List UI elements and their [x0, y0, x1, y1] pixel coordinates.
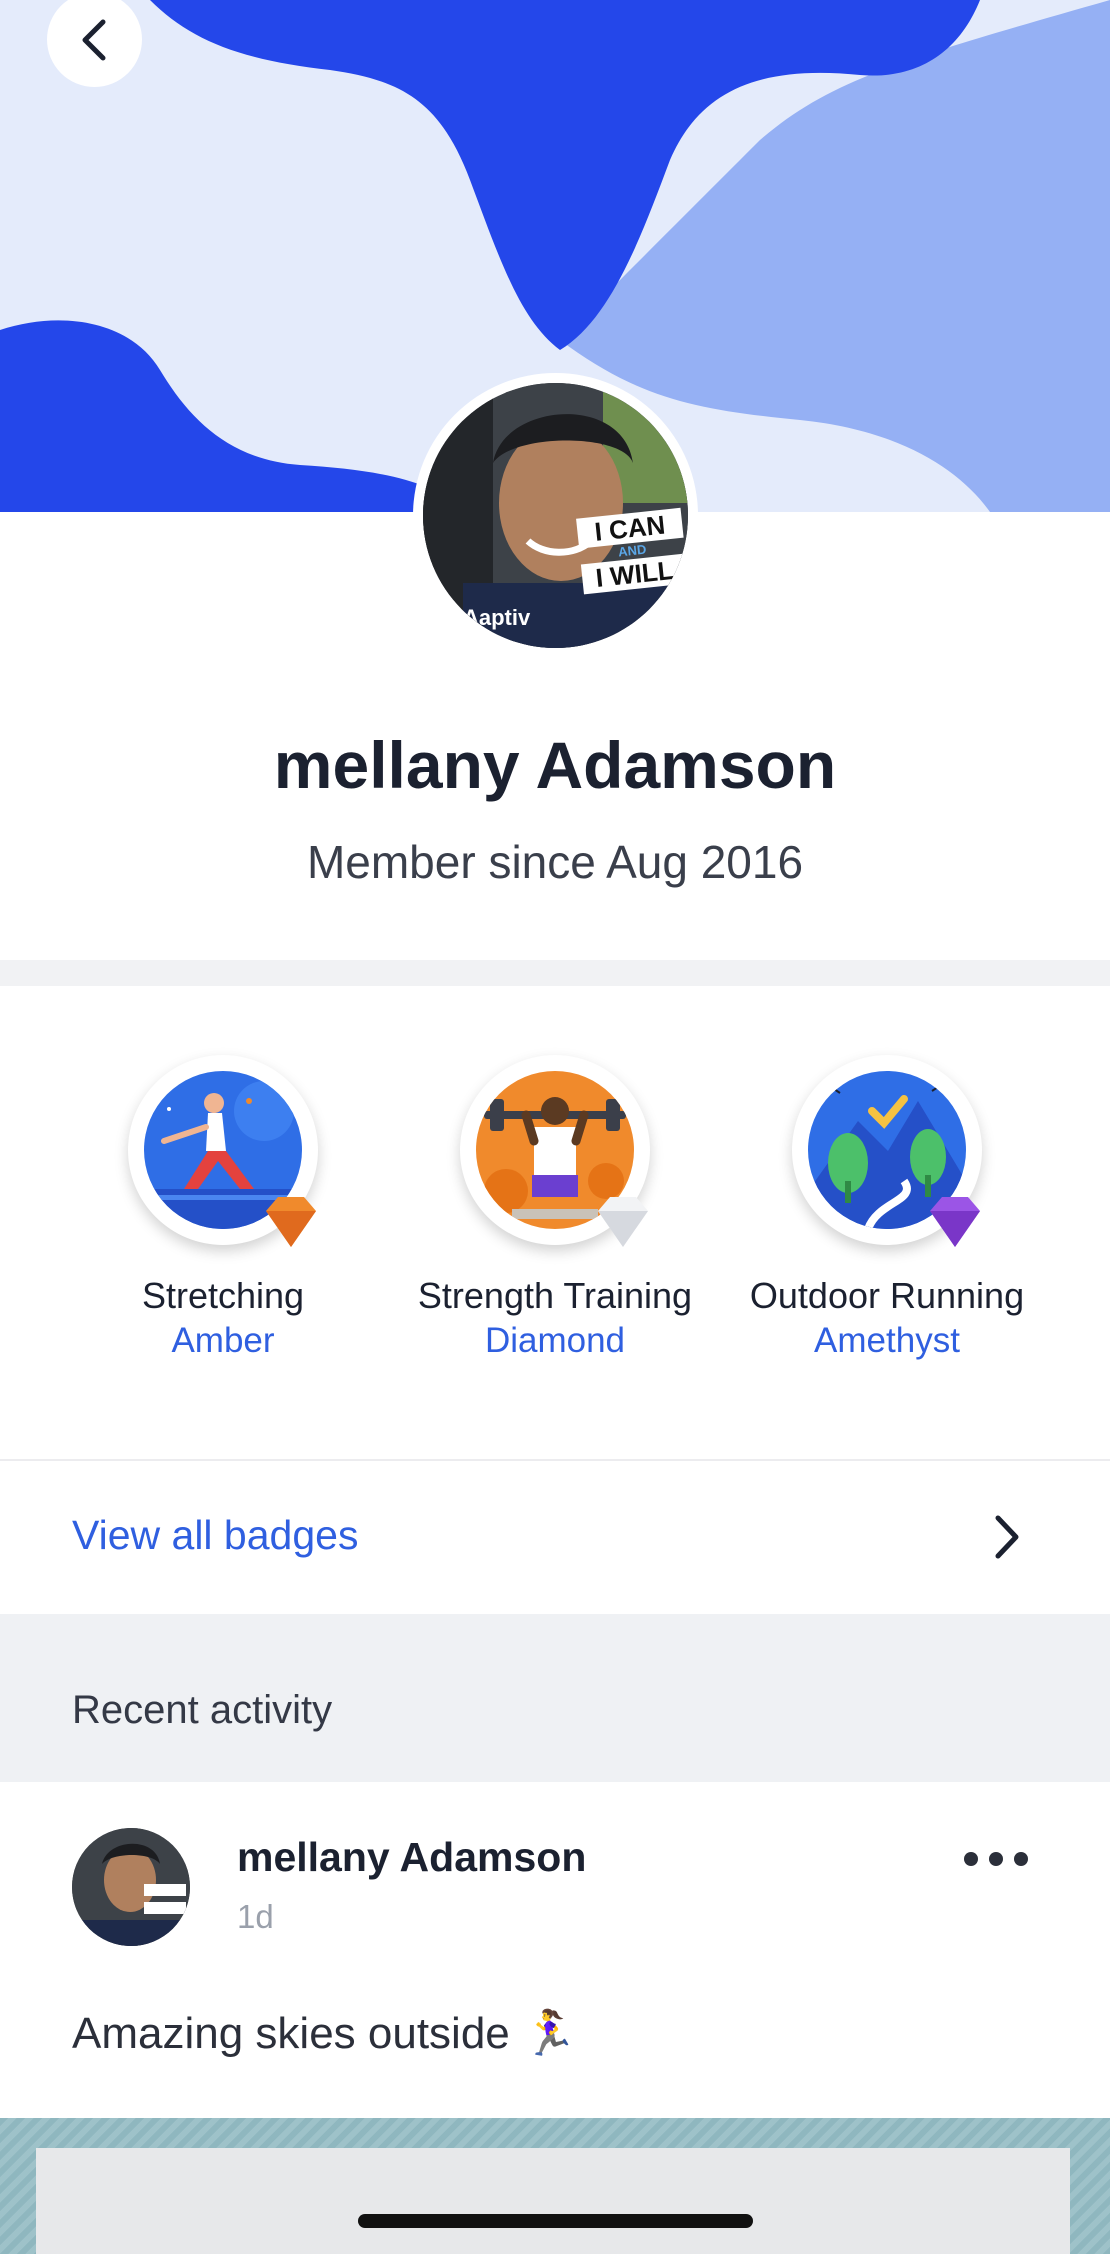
post-photo-card: [36, 2148, 1070, 2254]
avatar-slogan-sticker: I CAN AND I WILL: [576, 507, 688, 618]
badge-label: Outdoor Running: [749, 1275, 1025, 1316]
badge-label: Stretching: [141, 1275, 305, 1316]
view-all-badges-row[interactable]: View all badges: [0, 1462, 1110, 1614]
post-text: Amazing skies outside 🏃‍♀️: [72, 2009, 577, 2058]
badge-strength-training[interactable]: Strength Training Diamond: [390, 1055, 720, 1361]
badge-outdoor-running[interactable]: Outdoor Running Amethyst: [722, 1055, 1052, 1361]
more-horizontal-icon: [964, 1852, 978, 1866]
profile-name: mellany Adamson: [273, 728, 837, 802]
more-horizontal-icon-dot: [989, 1852, 1003, 1866]
chevron-right-icon: [995, 1515, 1019, 1559]
recent-activity-header: Recent activity: [0, 1614, 1110, 1782]
chevron-left-icon: [82, 19, 105, 60]
amethyst-gem-icon: [930, 1197, 980, 1247]
badge-stretching[interactable]: Stretching Amber: [58, 1055, 388, 1361]
post-timestamp: 1d: [237, 1898, 274, 1935]
profile-avatar: I CAN AND I WILL Aaptiv: [413, 373, 698, 658]
recent-activity-title: Recent activity: [72, 1688, 333, 1732]
home-indicator[interactable]: [358, 2214, 753, 2228]
post-photo[interactable]: [0, 2118, 1110, 2254]
badge-tier: Amethyst: [814, 1321, 960, 1360]
avatar-brand-label: Aaptiv: [463, 605, 531, 630]
badge-medal: [460, 1055, 650, 1247]
more-horizontal-icon-dot: [1014, 1852, 1028, 1866]
badge-medal: [792, 1055, 982, 1247]
badge-label: Strength Training: [417, 1275, 693, 1316]
post-author-name[interactable]: mellany Adamson: [237, 1834, 586, 1881]
amber-gem-icon: [266, 1197, 316, 1247]
section-divider: [0, 960, 1110, 986]
avatar-photo: I CAN AND I WILL Aaptiv: [423, 383, 688, 648]
member-since: Member since Aug 2016: [306, 836, 804, 888]
badge-tier: Amber: [171, 1321, 275, 1360]
badge-tier: Diamond: [484, 1321, 626, 1360]
badges-divider: [0, 1459, 1110, 1461]
post-avatar-image: [72, 1828, 190, 1946]
badge-medal: [128, 1055, 318, 1247]
post-author-avatar[interactable]: [72, 1828, 190, 1946]
more-options-button[interactable]: [964, 1852, 1028, 1866]
view-all-badges-link[interactable]: View all badges: [72, 1512, 358, 1559]
diamond-gem-icon: [598, 1197, 648, 1247]
